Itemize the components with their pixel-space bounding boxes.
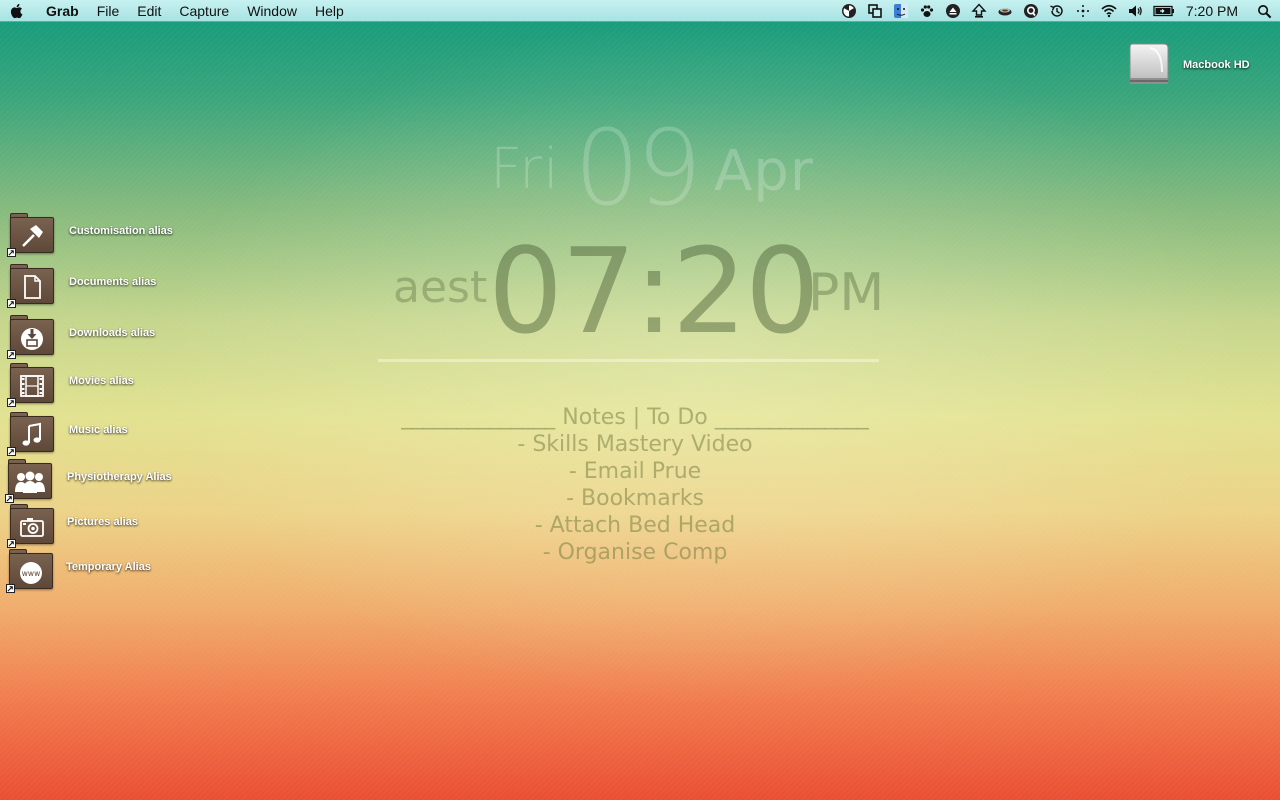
hard-drive-icon[interactable] (1128, 42, 1170, 86)
eject-icon[interactable] (940, 0, 966, 22)
apple-menu-icon[interactable] (0, 3, 34, 19)
folder-icon (7, 213, 54, 257)
folder-icon: www (6, 549, 53, 593)
quicksilver-icon[interactable] (1018, 0, 1044, 22)
alias-arrow-icon (7, 350, 16, 359)
app-menu-grab[interactable]: Grab (34, 0, 88, 22)
notes-heading: ______________ Notes | To Do ___________… (401, 405, 869, 430)
menu-edit[interactable]: Edit (128, 0, 170, 22)
alias-arrow-icon (6, 584, 15, 593)
folder-icon (5, 459, 52, 503)
desktop-alias-pictures[interactable]: Pictures alias (7, 504, 138, 548)
hard-drive-label: Macbook HD (1183, 59, 1250, 71)
copy-windows-icon[interactable] (862, 0, 888, 22)
pawprint-icon[interactable] (914, 0, 940, 22)
weekday-text: Fri (490, 137, 560, 202)
notes-widget: ______________ Notes | To Do ___________… (340, 404, 930, 566)
desktop-alias-label: Downloads alias (69, 327, 156, 339)
people-icon (13, 468, 47, 496)
finder-face-icon[interactable] (888, 0, 914, 22)
desktop-alias-customisation[interactable]: Customisation alias (7, 213, 173, 257)
desktop-alias-downloads[interactable]: Downloads alias (7, 315, 156, 359)
film-icon (18, 372, 46, 400)
battery-icon[interactable] (1148, 0, 1180, 22)
www-icon: www (17, 558, 45, 586)
desktop-alias-label: Customisation alias (69, 225, 173, 237)
desktop-alias-temporary[interactable]: www Temporary Alias (6, 549, 151, 593)
widget-divider (378, 359, 879, 362)
note-item: - Organise Comp (542, 540, 728, 565)
radiation-icon[interactable] (836, 0, 862, 22)
desktop-alias-physiotherapy[interactable]: Physiotherapy Alias (5, 459, 172, 503)
network-dots-icon[interactable] (1070, 0, 1096, 22)
menu-help[interactable]: Help (306, 0, 353, 22)
folder-icon (7, 412, 54, 456)
camera-icon (18, 513, 46, 541)
desktop-alias-label: Temporary Alias (66, 561, 151, 573)
desktop-alias-music[interactable]: Music alias (7, 412, 128, 456)
volume-icon[interactable] (1122, 0, 1148, 22)
svg-text:www: www (22, 569, 40, 578)
music-note-icon (18, 421, 46, 449)
time-text: 07:20 (488, 222, 820, 360)
date-display: Fri 09 Apr (488, 107, 848, 229)
menu-file[interactable]: File (88, 0, 129, 22)
ampm-text: PM (808, 263, 885, 323)
desktop-alias-label: Movies alias (69, 375, 134, 387)
hammer-icon (18, 222, 46, 250)
menubar-clock[interactable]: 7:20 PM (1180, 0, 1248, 22)
alias-arrow-icon (7, 299, 16, 308)
menu-capture[interactable]: Capture (170, 0, 238, 22)
note-item: - Skills Mastery Video (517, 432, 753, 457)
month-text: Apr (714, 139, 814, 204)
coffee-cup-icon[interactable] (992, 0, 1018, 22)
alias-arrow-icon (7, 398, 16, 407)
folder-icon (7, 264, 54, 308)
document-icon (18, 273, 46, 301)
wifi-icon[interactable] (1096, 0, 1122, 22)
desktop-alias-movies[interactable]: Movies alias (7, 363, 134, 407)
alias-arrow-icon (7, 248, 16, 257)
spotlight-search-icon[interactable] (1248, 4, 1280, 19)
note-item: - Bookmarks (566, 486, 704, 511)
folder-icon (7, 315, 54, 359)
desktop-alias-label: Documents alias (69, 276, 157, 288)
desktop-alias-label: Physiotherapy Alias (67, 471, 172, 483)
upload-icon[interactable] (966, 0, 992, 22)
note-item: - Attach Bed Head (534, 513, 736, 538)
alias-arrow-icon (7, 447, 16, 456)
menu-window[interactable]: Window (238, 0, 306, 22)
folder-icon (7, 363, 54, 407)
menu-bar: Grab File Edit Capture Window Help 7:20 … (0, 0, 1280, 22)
desktop-alias-label: Pictures alias (67, 516, 138, 528)
desktop-alias-label: Music alias (69, 424, 128, 436)
day-number-text: 09 (574, 107, 702, 229)
download-icon (18, 324, 46, 352)
note-item: - Email Prue (568, 459, 702, 484)
alias-arrow-icon (7, 539, 16, 548)
desktop-alias-documents[interactable]: Documents alias (7, 264, 157, 308)
time-machine-icon[interactable] (1044, 0, 1070, 22)
folder-icon (7, 504, 54, 548)
timezone-text: aest (393, 262, 488, 313)
alias-arrow-icon (5, 494, 14, 503)
